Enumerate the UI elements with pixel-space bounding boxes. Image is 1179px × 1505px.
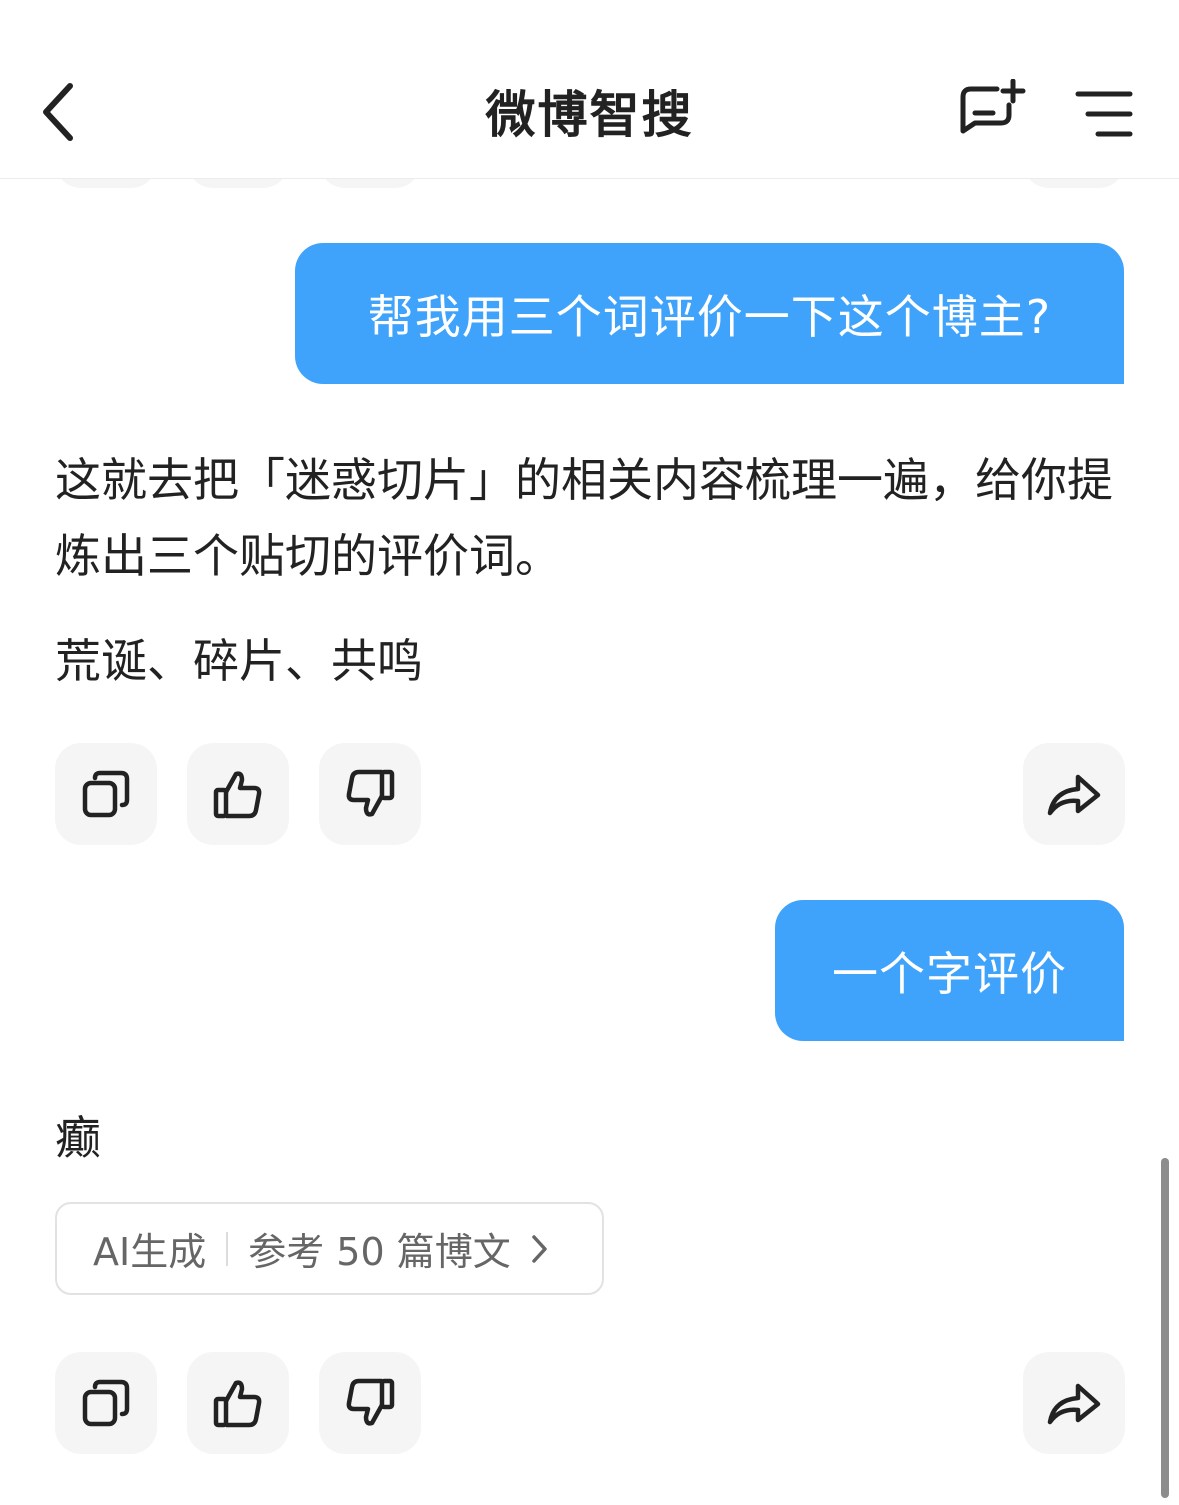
user-message-text: 帮我用三个词评价一下这个博主? <box>367 289 1052 344</box>
thumbs-up-icon <box>213 1380 262 1428</box>
dislike-button[interactable] <box>319 1352 421 1454</box>
chevron-right-icon <box>529 1233 549 1265</box>
share-button[interactable] <box>1023 743 1125 845</box>
top-nav-bar: 微博智搜 <box>0 0 1179 179</box>
share-arrow-icon <box>1047 1383 1101 1425</box>
reference-count-label: 参考 50 篇博文 <box>248 1230 511 1274</box>
share-arrow-icon <box>1047 774 1101 816</box>
chat-plus-icon <box>960 79 1026 134</box>
chip-divider <box>226 1231 229 1266</box>
copy-button[interactable] <box>55 1352 157 1454</box>
bot-reply-answer: 癫 <box>55 1111 101 1165</box>
menu-lines-icon <box>1075 91 1133 137</box>
thumbs-down-icon <box>346 769 395 817</box>
bot-reply-intro: 这就去把「迷惑切片」的相关内容梳理一遍，给你提炼出三个贴切的评价词。 <box>55 453 1113 583</box>
dislike-button[interactable] <box>319 743 421 845</box>
like-button[interactable] <box>187 743 289 845</box>
like-button[interactable] <box>187 1352 289 1454</box>
ai-generated-label: AI生成 <box>93 1230 207 1274</box>
copy-button[interactable] <box>55 743 157 845</box>
thumbs-down-icon <box>346 1378 395 1426</box>
user-message-text: 一个字评价 <box>832 946 1067 1001</box>
menu-button[interactable] <box>1062 72 1146 156</box>
share-button[interactable] <box>1023 1352 1125 1454</box>
thumbs-up-icon <box>213 771 262 819</box>
scrollbar[interactable] <box>1161 1158 1169 1498</box>
new-chat-button[interactable] <box>950 72 1034 156</box>
source-reference-chip[interactable]: AI生成 参考 50 篇博文 <box>55 1202 604 1295</box>
user-message-bubble[interactable]: 一个字评价 <box>775 900 1124 1041</box>
chevron-left-icon <box>43 83 73 141</box>
user-message-bubble[interactable]: 帮我用三个词评价一下这个博主? <box>295 243 1124 384</box>
bot-reply-answer: 荒诞、碎片、共鸣 <box>55 634 423 688</box>
back-button[interactable] <box>22 72 94 152</box>
copy-icon <box>82 1379 130 1427</box>
copy-icon <box>82 770 130 818</box>
